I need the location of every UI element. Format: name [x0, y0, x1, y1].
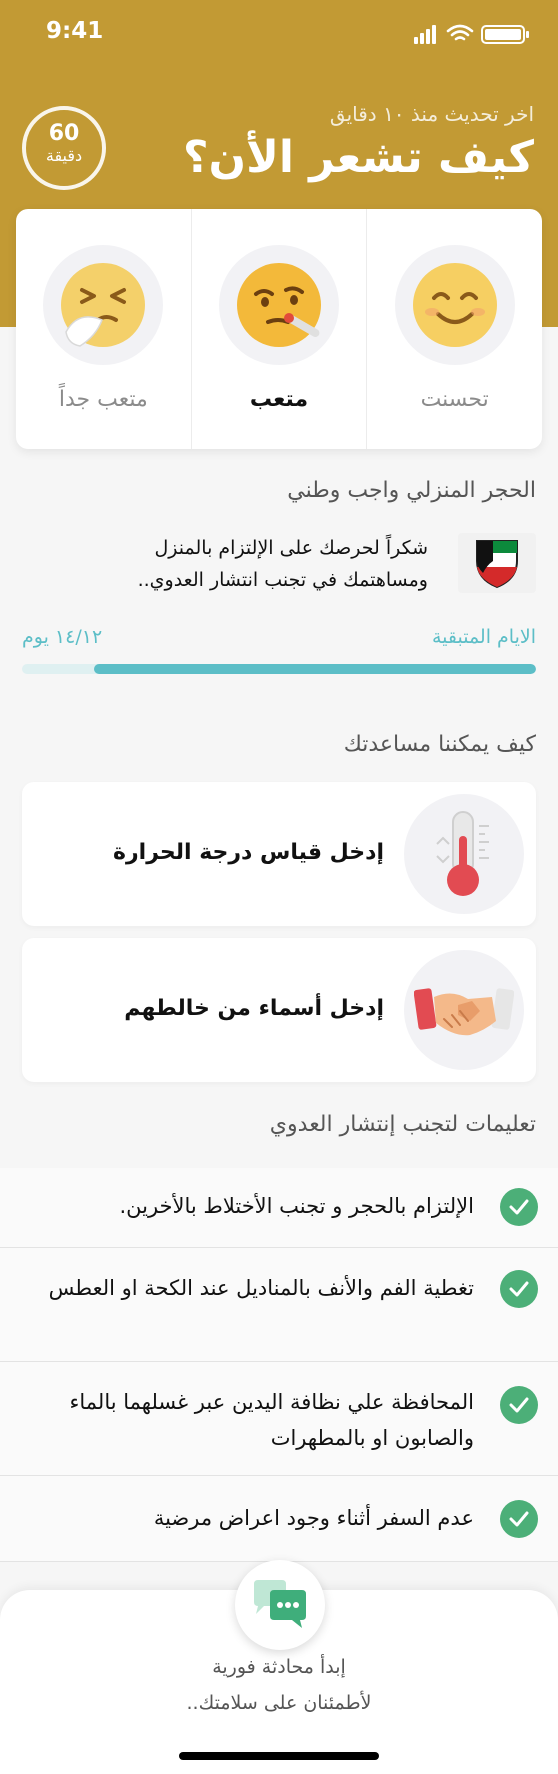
quarantine-message: شكراً لحرصك على الإلتزام بالمنزل ومساهتم…: [137, 537, 428, 591]
help-label: إدخل قياس درجة الحرارة: [113, 840, 384, 865]
smiling-face-icon: [394, 245, 515, 365]
help-label: إدخل أسماء من خالطهم: [124, 996, 384, 1021]
check-icon: [500, 1188, 538, 1226]
status-time: 9:41: [46, 18, 104, 44]
check-icon: [500, 1386, 538, 1424]
battery-icon: [481, 25, 529, 44]
timer-unit: دقيقة: [45, 146, 83, 165]
status-bar: 9:41: [0, 0, 558, 68]
start-chat-button[interactable]: [235, 1560, 325, 1650]
enter-temperature-button[interactable]: إدخل قياس درجة الحرارة: [22, 782, 536, 926]
mood-label: تحسنت: [420, 387, 489, 412]
enter-contacts-button[interactable]: إدخل أسماء من خالطهم: [22, 938, 536, 1082]
tip-item: تغطية الفم والأنف بالمناديل عند الكحة او…: [0, 1248, 558, 1362]
mood-label: متعب جداً: [58, 387, 148, 412]
help-title: كيف يمكننا مساعدتك: [343, 732, 536, 757]
days-progress-fill: [93, 664, 536, 674]
check-icon: [500, 1270, 538, 1308]
home-indicator: [179, 1752, 379, 1760]
mood-card: تحسنت متعب متعب جداً: [16, 209, 542, 449]
mood-option-very-tired[interactable]: متعب جداً: [16, 209, 191, 449]
tip-text: الإلتزام بالحجر و تجنب الأختلاط بالأخرين…: [119, 1194, 474, 1218]
thermometer-icon: [404, 794, 524, 914]
days-remaining-value: ١٤/١٢ يوم: [22, 626, 103, 648]
tips-title: تعليمات لتجنب إنتشار العدوي: [269, 1112, 536, 1137]
mood-option-tired[interactable]: متعب: [190, 209, 367, 449]
face-with-thermometer-icon: [219, 245, 339, 365]
chat-bubbles-icon: [254, 1580, 306, 1628]
last-updated-text: اخر تحديث منذ ١٠ دقايق: [329, 102, 534, 126]
kuwait-flag-shield-icon: [458, 533, 536, 593]
chat-title: إبدأ محادثة فورية: [212, 1656, 346, 1678]
tip-item: عدم السفر أثناء وجود اعراض مرضية: [0, 1476, 558, 1562]
wifi-icon: [446, 24, 474, 41]
status-icons: [414, 24, 529, 44]
timer-badge[interactable]: 60 دقيقة: [22, 106, 106, 190]
sneezing-face-icon: [43, 245, 164, 365]
chat-subtitle: لأطمئنان على سلامتك..: [186, 1692, 372, 1714]
tip-text: عدم السفر أثناء وجود اعراض مرضية: [153, 1506, 474, 1530]
tip-item: المحافظة علي نظافة اليدين عبر غسلهما بال…: [0, 1362, 558, 1476]
quarantine-title: الحجر المنزلي واجب وطني: [287, 478, 536, 503]
mood-option-better[interactable]: تحسنت: [366, 209, 542, 449]
tip-text: المحافظة علي نظافة اليدين عبر غسلهما بال…: [69, 1390, 474, 1450]
check-icon: [500, 1500, 538, 1538]
timer-value: 60: [48, 121, 80, 146]
tip-text: تغطية الفم والأنف بالمناديل عند الكحة او…: [48, 1276, 474, 1300]
days-progress-bar: [22, 664, 536, 674]
days-remaining-label: الايام المتبقية: [431, 626, 536, 648]
page-title: كيف تشعر الأن؟: [182, 132, 534, 183]
signal-icon: [414, 25, 436, 44]
mood-label: متعب: [249, 387, 309, 412]
tip-item: الإلتزام بالحجر و تجنب الأختلاط بالأخرين…: [0, 1168, 558, 1248]
handshake-icon: [404, 950, 524, 1070]
